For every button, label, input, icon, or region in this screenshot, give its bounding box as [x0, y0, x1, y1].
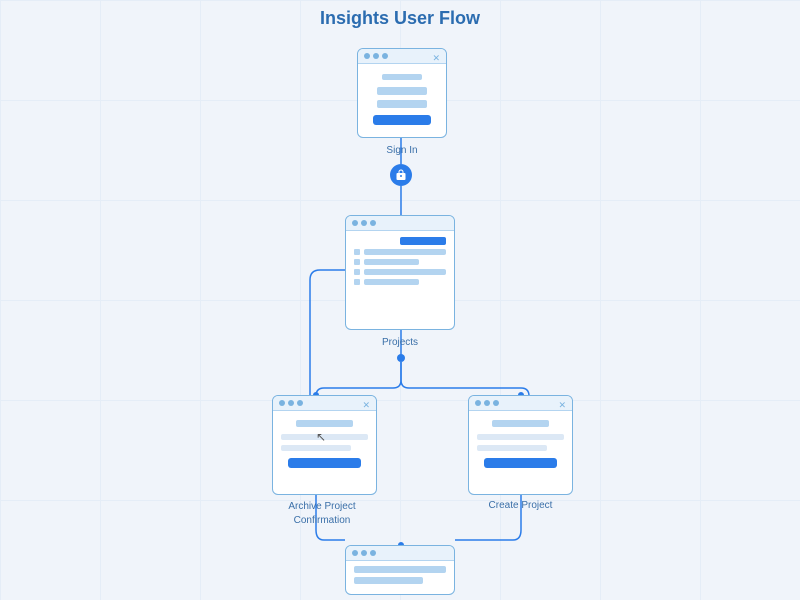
create-close-icon: ✕: [558, 400, 566, 411]
create-title-bar: [492, 420, 549, 427]
archive-card-header: [273, 396, 376, 411]
lock-icon: [395, 169, 407, 181]
create-field-1: [477, 434, 564, 440]
bottom-card-body: [346, 561, 454, 589]
archive-header-dot-3: [297, 400, 303, 406]
create-header-dot-3: [493, 400, 499, 406]
projects-list-bar-2: [364, 259, 419, 265]
projects-list-bar-1: [364, 249, 446, 255]
signin-field-bar-1: [377, 87, 427, 95]
bottom-card-header: [346, 546, 454, 561]
page-title: Insights User Flow: [320, 8, 480, 29]
bottom-bar-2: [354, 577, 423, 584]
signin-title-bar: [382, 74, 422, 80]
archive-label: Archive ProjectConfirmation: [262, 500, 382, 528]
archive-title-bar: [296, 420, 353, 427]
header-dot-1: [364, 53, 370, 59]
create-header-dot-1: [475, 400, 481, 406]
projects-list-bar-4: [364, 279, 419, 285]
create-card-header: [469, 396, 572, 411]
create-field-2: [477, 445, 547, 451]
projects-list-dot-2: [354, 259, 360, 265]
branch-dot: [397, 354, 405, 362]
bottom-bar-1: [354, 566, 446, 573]
signin-label: Sign In: [357, 145, 447, 156]
create-card: ✕: [468, 395, 573, 495]
header-dot-2: [373, 53, 379, 59]
create-label: Create Project: [468, 500, 573, 511]
archive-btn-bar: [288, 458, 362, 468]
archive-field-2: [281, 445, 351, 451]
header-dot-3: [382, 53, 388, 59]
lock-icon-node: [390, 164, 412, 186]
projects-list-dot-4: [354, 279, 360, 285]
projects-card-body: [346, 231, 454, 291]
projects-list-dot-3: [354, 269, 360, 275]
bottom-card: [345, 545, 455, 595]
projects-list-dot-1: [354, 249, 360, 255]
archive-card: ✕: [272, 395, 377, 495]
create-card-body: [469, 411, 572, 474]
projects-list-bar-3: [364, 269, 446, 275]
signin-card-body: [358, 64, 446, 131]
projects-card: [345, 215, 455, 330]
projects-card-header: [346, 216, 454, 231]
signin-close-icon: ✕: [432, 53, 440, 64]
bottom-header-dot-3: [370, 550, 376, 556]
projects-header-dot-3: [370, 220, 376, 226]
create-header-dot-2: [484, 400, 490, 406]
projects-title-bar: [400, 237, 446, 245]
archive-header-dot-1: [279, 400, 285, 406]
signin-btn-bar: [373, 115, 431, 125]
projects-list-row-2: [354, 259, 446, 265]
archive-close-icon: ✕: [362, 400, 370, 411]
projects-list-row-4: [354, 279, 446, 285]
signin-card: ✕: [357, 48, 447, 138]
bottom-header-dot-1: [352, 550, 358, 556]
projects-header-dot-1: [352, 220, 358, 226]
archive-header-dot-2: [288, 400, 294, 406]
cursor-icon: ↖: [316, 430, 326, 444]
projects-header-dot-2: [361, 220, 367, 226]
projects-list-row-1: [354, 249, 446, 255]
projects-list-row-3: [354, 269, 446, 275]
create-btn-bar: [484, 458, 558, 468]
projects-label: Projects: [345, 337, 455, 348]
signin-field-bar-2: [377, 100, 427, 108]
bottom-header-dot-2: [361, 550, 367, 556]
